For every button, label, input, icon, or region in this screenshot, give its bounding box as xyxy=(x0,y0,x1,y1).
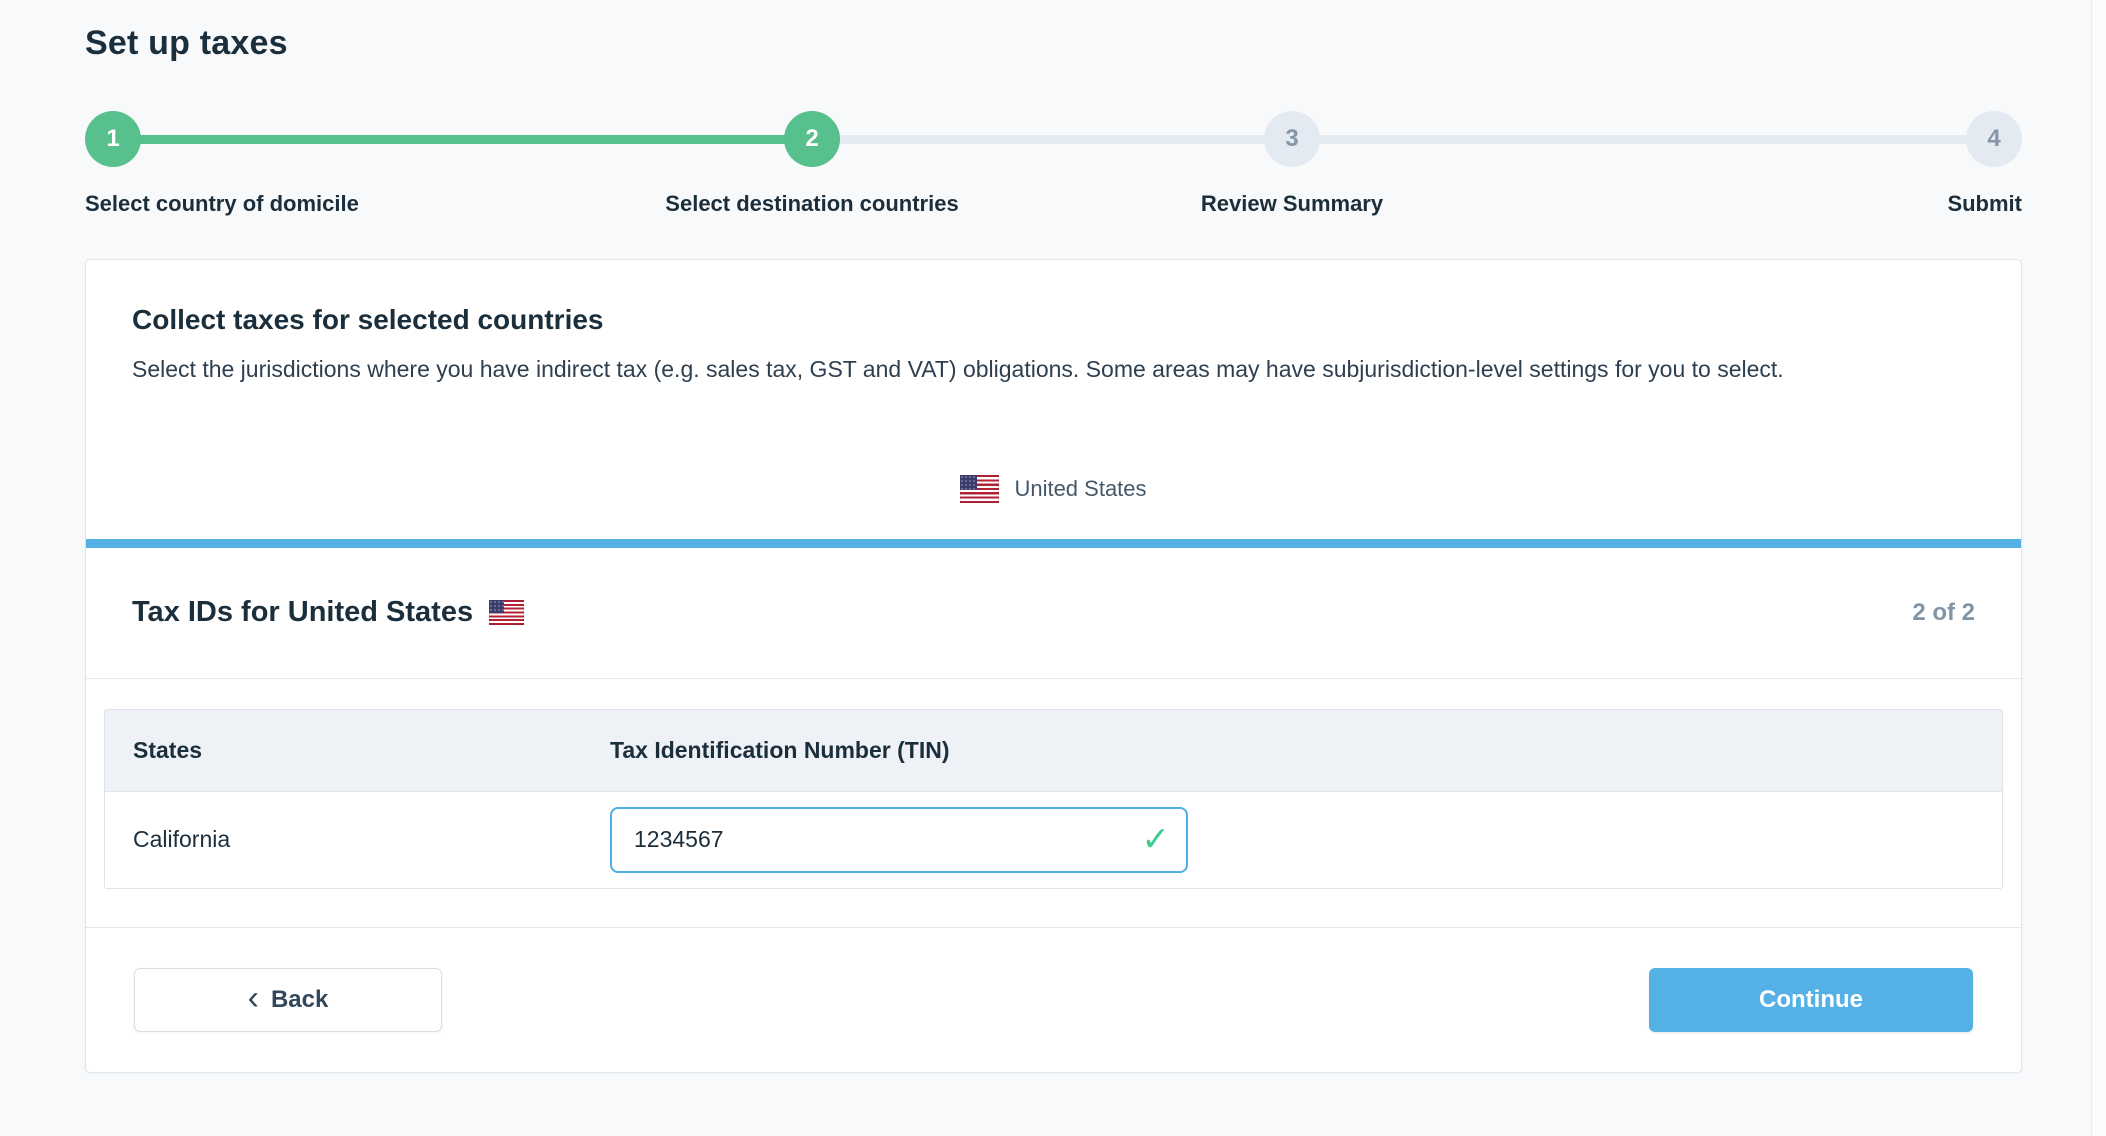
setup-taxes-card: Collect taxes for selected countries Sel… xyxy=(85,259,2022,1073)
continue-button-label: Continue xyxy=(1759,986,1863,1014)
card-footer: ‹ Back Continue xyxy=(86,928,2021,1072)
step-3-number: 3 xyxy=(1285,125,1298,153)
pagination-counter: 2 of 2 xyxy=(1912,599,1975,627)
step-1-label: Select country of domicile xyxy=(85,191,359,217)
step-1-indicator[interactable]: 1 xyxy=(85,111,141,167)
selected-country-label: United States xyxy=(1014,476,1146,502)
us-flag-icon xyxy=(489,600,524,625)
card-intro: Collect taxes for selected countries Sel… xyxy=(86,260,2021,387)
progress-stepper: 1 2 3 4 Select country of domicile Selec… xyxy=(85,111,2022,221)
taxids-section-header: Tax IDs for United States 2 of 2 xyxy=(86,548,2021,678)
step-2-label: Select destination countries xyxy=(665,191,958,217)
step-2-number: 2 xyxy=(805,125,818,153)
tax-table-container: States Tax Identification Number (TIN) C… xyxy=(86,679,2021,927)
progress-line-complete xyxy=(113,135,812,144)
page-title: Set up taxes xyxy=(85,0,2022,63)
step-1-number: 1 xyxy=(106,125,119,153)
column-header-states: States xyxy=(105,737,610,764)
tin-cell: ✓ xyxy=(610,807,2002,873)
table-row: California ✓ xyxy=(105,792,2002,888)
card-description: Select the jurisdictions where you have … xyxy=(132,352,1975,387)
tin-input[interactable] xyxy=(610,807,1188,873)
taxids-heading: Tax IDs for United States xyxy=(132,596,473,629)
scrollbar[interactable] xyxy=(2091,0,2106,1136)
step-2-indicator[interactable]: 2 xyxy=(784,111,840,167)
us-flag-icon xyxy=(960,475,999,503)
tin-field-wrapper: ✓ xyxy=(610,807,1188,873)
step-3-indicator[interactable]: 3 xyxy=(1264,111,1320,167)
step-4-indicator[interactable]: 4 xyxy=(1966,111,2022,167)
active-tab-indicator xyxy=(86,539,2021,548)
stepper-track: 1 2 3 4 xyxy=(85,111,2022,167)
continue-button[interactable]: Continue xyxy=(1649,968,1973,1032)
stepper-labels: Select country of domicile Select destin… xyxy=(85,191,2022,221)
tax-id-table: States Tax Identification Number (TIN) C… xyxy=(104,709,2003,889)
selected-country-tab[interactable]: United States xyxy=(86,475,2021,539)
card-heading: Collect taxes for selected countries xyxy=(132,304,1975,336)
taxids-title-row: Tax IDs for United States xyxy=(132,596,524,629)
step-4-number: 4 xyxy=(1987,125,2000,153)
step-3-label: Review Summary xyxy=(1201,191,1383,217)
back-button[interactable]: ‹ Back xyxy=(134,968,442,1032)
table-header-row: States Tax Identification Number (TIN) xyxy=(105,710,2002,792)
column-header-tin: Tax Identification Number (TIN) xyxy=(610,737,2002,764)
page-content: Set up taxes 1 2 3 4 Select country of d… xyxy=(85,0,2022,1073)
step-4-label: Submit xyxy=(1947,191,2022,217)
back-button-label: Back xyxy=(271,986,328,1014)
state-name: California xyxy=(105,826,610,853)
progress-line-upcoming xyxy=(812,135,1994,144)
